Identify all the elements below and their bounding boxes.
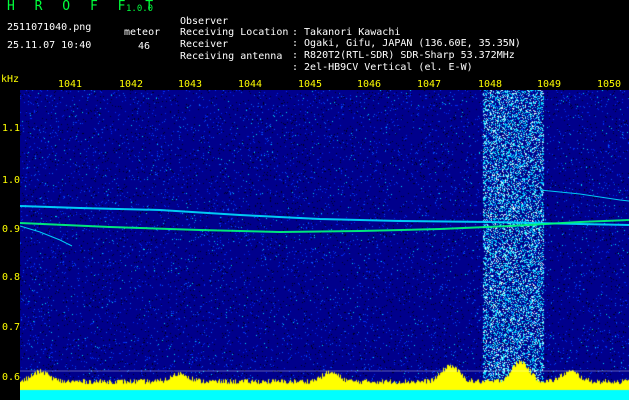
y-tick-label: 0.7 bbox=[2, 322, 21, 333]
header-panel: H R O F F T 1.0.0 2511071040.png 25.11.0… bbox=[0, 0, 629, 78]
info-label: Receiving antenna bbox=[180, 51, 283, 62]
timestamp: 25.11.07 10:40 bbox=[7, 40, 92, 51]
x-tick-label: 1041 bbox=[58, 79, 83, 90]
x-tick-label: 1049 bbox=[537, 79, 562, 90]
info-row-observer: Observer : Takanori Kawachi bbox=[180, 5, 400, 38]
y-tick-label: 0.6 bbox=[2, 372, 21, 383]
x-tick-label: 1043 bbox=[178, 79, 203, 90]
x-tick-label: 1046 bbox=[357, 79, 382, 90]
info-row-receiver: Receiver : R820T2(RTL-SDR) SDR-Sharp 53.… bbox=[180, 28, 515, 61]
y-tick-label: 0.8 bbox=[2, 272, 21, 283]
x-tick-label: 1047 bbox=[417, 79, 442, 90]
info-row-antenna: Receiving antenna : 2el-HB9CV Vertical (… bbox=[180, 40, 473, 73]
x-tick-label: 1048 bbox=[478, 79, 503, 90]
frequency-unit-label: kHz bbox=[1, 74, 20, 85]
info-value: : Ogaki, Gifu, JAPAN (136.60E, 35.35N) bbox=[292, 38, 521, 49]
meteor-echo-trace bbox=[20, 219, 629, 234]
info-row-location: Receiving Location : Ogaki, Gifu, JAPAN … bbox=[180, 16, 521, 49]
meteor-label: meteor bbox=[124, 27, 161, 38]
file-name: 2511071040.png bbox=[7, 22, 92, 33]
meteor-count: 46 bbox=[138, 41, 151, 52]
x-tick-label: 1042 bbox=[119, 79, 144, 90]
x-tick-label: 1044 bbox=[238, 79, 263, 90]
spectrogram-overlay bbox=[20, 189, 629, 372]
y-tick-label: 1.1 bbox=[2, 123, 21, 134]
meteor-echo-trace bbox=[539, 189, 629, 202]
app-version: 1.0.0 bbox=[126, 4, 154, 14]
x-tick-label: 1045 bbox=[298, 79, 323, 90]
y-tick-label: 0.9 bbox=[2, 224, 21, 235]
spectrogram-display bbox=[20, 90, 629, 400]
info-value: : 2el-HB9CV Vertical (el. E-W) bbox=[292, 62, 473, 73]
x-tick-label: 1050 bbox=[597, 79, 622, 90]
y-tick-label: 1.0 bbox=[2, 175, 21, 186]
meteor-echo-trace bbox=[20, 205, 629, 226]
info-value: : R820T2(RTL-SDR) SDR-Sharp 53.372MHz bbox=[292, 50, 515, 61]
meteor-echo-trace bbox=[20, 225, 73, 247]
info-value: : Takanori Kawachi bbox=[292, 27, 401, 38]
